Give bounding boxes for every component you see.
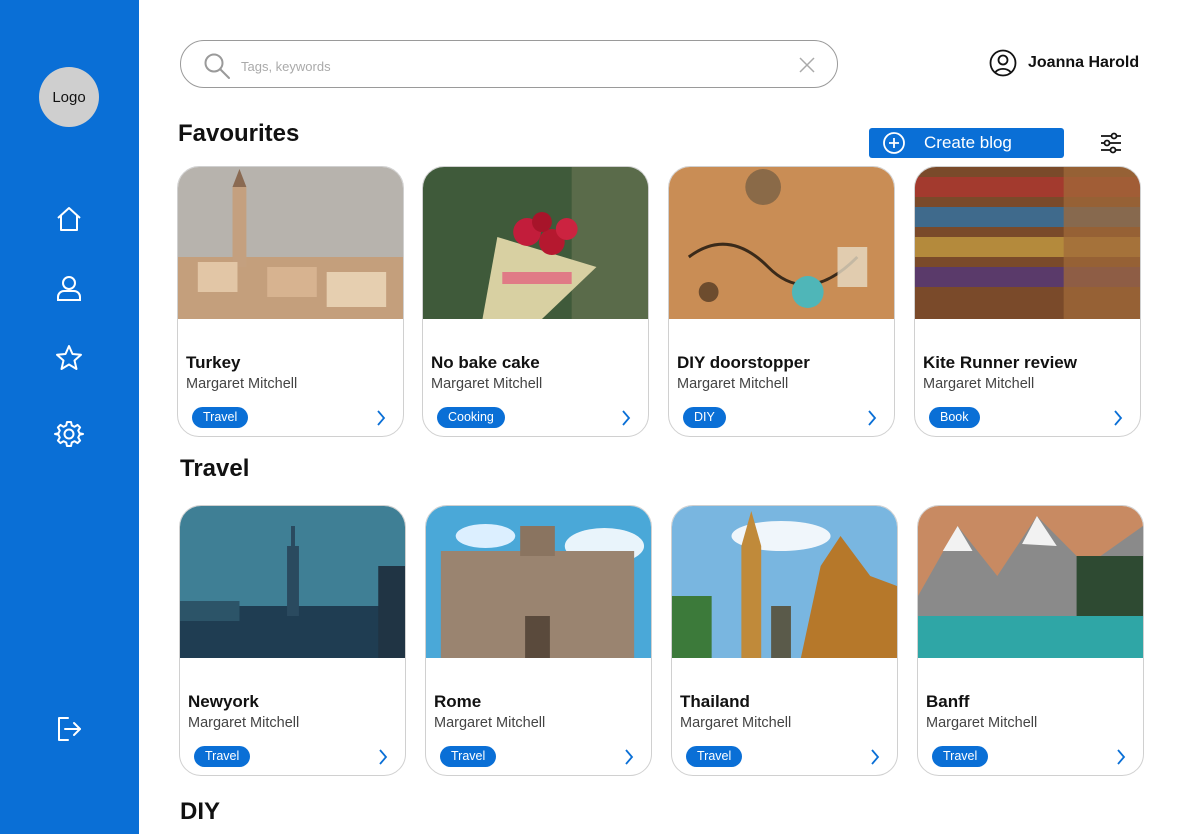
create-blog-label: Create blog — [924, 133, 1012, 152]
card-author: Margaret Mitchell — [434, 715, 546, 731]
user-icon — [57, 276, 81, 301]
close-icon[interactable] — [797, 55, 817, 75]
card-author: Margaret Mitchell — [923, 376, 1035, 392]
card-image-banff — [918, 506, 1143, 658]
nav-favourites-button[interactable] — [49, 338, 89, 378]
card-author: Margaret Mitchell — [926, 715, 1038, 731]
card-image-thailand — [672, 506, 897, 658]
tag-badge[interactable]: Travel — [194, 746, 251, 767]
logo[interactable]: Logo — [39, 67, 99, 127]
chevron-right-icon[interactable] — [868, 747, 882, 767]
blog-card-diy-doorstopper[interactable]: DIY doorstopper Margaret Mitchell DIY — [668, 166, 895, 437]
tag-badge[interactable]: Cooking — [437, 407, 505, 428]
blog-card-kite-runner-review[interactable]: Kite Runner review Margaret Mitchell Boo… — [914, 166, 1141, 437]
card-author: Margaret Mitchell — [431, 376, 543, 392]
user-name: Joanna Harold — [1028, 54, 1140, 71]
card-author: Margaret Mitchell — [188, 715, 300, 731]
card-image-cake — [423, 167, 648, 319]
nav-home-button[interactable] — [49, 199, 89, 239]
blog-card-banff[interactable]: Banff Margaret Mitchell Travel — [917, 505, 1144, 776]
blog-card-no-bake-cake[interactable]: No bake cake Margaret Mitchell Cooking — [422, 166, 649, 437]
tag-badge[interactable]: Book — [929, 407, 980, 428]
card-image-crafts — [669, 167, 894, 319]
card-image-istanbul — [178, 167, 403, 319]
chevron-right-icon[interactable] — [619, 408, 633, 428]
blog-card-rome[interactable]: Rome Margaret Mitchell Travel — [425, 505, 652, 776]
filter-icon[interactable] — [1098, 130, 1124, 156]
tag-badge[interactable]: Travel — [932, 746, 989, 767]
card-image-bookshelf — [915, 167, 1140, 319]
add-circle-icon — [883, 132, 905, 154]
card-title: Kite Runner review — [923, 353, 1077, 372]
tag-badge[interactable]: Travel — [440, 746, 497, 767]
card-image-newyork — [180, 506, 405, 658]
star-icon — [56, 345, 82, 370]
blog-card-turkey[interactable]: Turkey Margaret Mitchell Travel — [177, 166, 404, 437]
search-input[interactable] — [239, 53, 783, 79]
search-icon — [204, 53, 230, 79]
user-profile[interactable]: Joanna Harold — [988, 48, 1139, 78]
tag-badge[interactable]: DIY — [683, 407, 726, 428]
card-title: No bake cake — [431, 353, 540, 372]
create-blog-button[interactable]: Create blog — [869, 128, 1064, 158]
section-title-favourites: Favourites — [178, 120, 300, 147]
blog-card-thailand[interactable]: Thailand Margaret Mitchell Travel — [671, 505, 898, 776]
blog-card-newyork[interactable]: Newyork Margaret Mitchell Travel — [179, 505, 406, 776]
chevron-right-icon[interactable] — [622, 747, 636, 767]
chevron-right-icon[interactable] — [865, 408, 879, 428]
section-title-diy: DIY — [180, 798, 221, 825]
card-title: Banff — [926, 692, 970, 711]
tag-badge[interactable]: Travel — [192, 407, 249, 428]
section-title-travel: Travel — [180, 455, 250, 482]
card-title: Rome — [434, 692, 482, 711]
card-title: Newyork — [188, 692, 259, 711]
card-image-rome — [426, 506, 651, 658]
chevron-right-icon[interactable] — [1114, 747, 1128, 767]
search-bar — [180, 40, 838, 88]
card-title: Thailand — [680, 692, 750, 711]
card-author: Margaret Mitchell — [680, 715, 792, 731]
sidebar: Logo — [0, 0, 139, 834]
card-title: DIY doorstopper — [677, 353, 810, 372]
gear-icon — [54, 421, 84, 447]
nav-profile-button[interactable] — [49, 268, 89, 308]
user-avatar-icon — [989, 49, 1017, 77]
card-title: Turkey — [186, 353, 241, 372]
card-author: Margaret Mitchell — [677, 376, 789, 392]
chevron-right-icon[interactable] — [376, 747, 390, 767]
home-icon — [57, 207, 81, 231]
tag-badge[interactable]: Travel — [686, 746, 743, 767]
logout-icon — [58, 717, 81, 741]
logout-button[interactable] — [49, 709, 89, 749]
card-author: Margaret Mitchell — [186, 376, 298, 392]
chevron-right-icon[interactable] — [374, 408, 388, 428]
nav-settings-button[interactable] — [49, 414, 89, 454]
chevron-right-icon[interactable] — [1111, 408, 1125, 428]
